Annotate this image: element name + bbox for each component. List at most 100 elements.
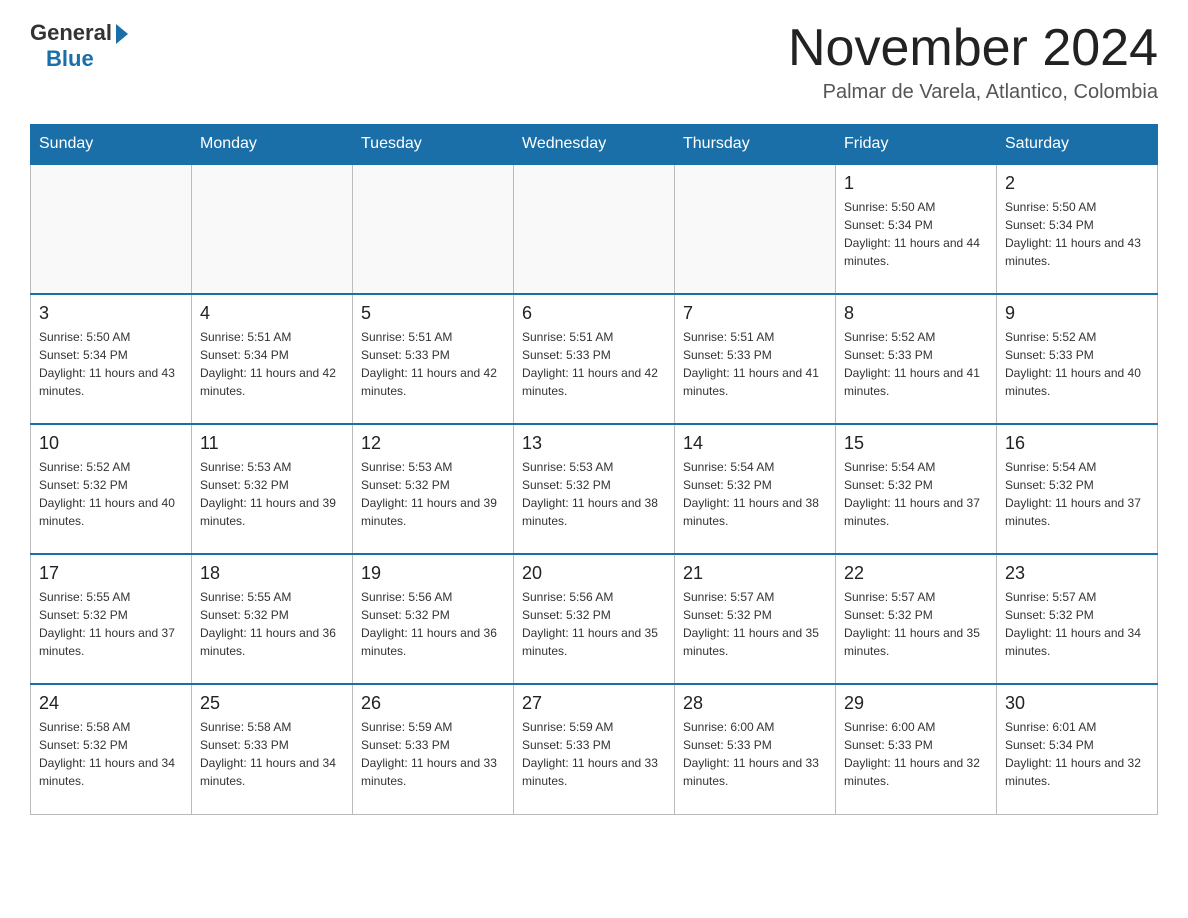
- day-info: Sunrise: 5:51 AM Sunset: 5:33 PM Dayligh…: [361, 328, 505, 400]
- calendar-cell: 22 Sunrise: 5:57 AM Sunset: 5:32 PM Dayli…: [836, 554, 997, 684]
- day-header-sunday: Sunday: [31, 125, 192, 165]
- day-info: Sunrise: 5:54 AM Sunset: 5:32 PM Dayligh…: [683, 458, 827, 530]
- calendar-cell: 4 Sunrise: 5:51 AM Sunset: 5:34 PM Daylig…: [192, 294, 353, 424]
- day-number: 30: [1005, 693, 1149, 714]
- day-info: Sunrise: 5:50 AM Sunset: 5:34 PM Dayligh…: [1005, 198, 1149, 270]
- day-number: 22: [844, 563, 988, 584]
- day-info: Sunrise: 5:56 AM Sunset: 5:32 PM Dayligh…: [522, 588, 666, 660]
- day-header-wednesday: Wednesday: [514, 125, 675, 165]
- calendar-cell: 14Sunrise: 5:54 AM Sunset: 5:32 PM Dayli…: [675, 424, 836, 554]
- day-info: Sunrise: 5:59 AM Sunset: 5:33 PM Dayligh…: [522, 718, 666, 790]
- day-number: 19: [361, 563, 505, 584]
- title-section: November 2024 Palmar de Varela, Atlantic…: [788, 20, 1158, 104]
- day-number: 6: [522, 303, 666, 324]
- day-number: 5: [361, 303, 505, 324]
- calendar-cell: 2 Sunrise: 5:50 AM Sunset: 5:34 PM Daylig…: [997, 164, 1158, 294]
- day-number: 26: [361, 693, 505, 714]
- day-info: Sunrise: 5:52 AM Sunset: 5:32 PM Dayligh…: [39, 458, 183, 530]
- calendar-cell: 6 Sunrise: 5:51 AM Sunset: 5:33 PM Daylig…: [514, 294, 675, 424]
- day-number: 15: [844, 433, 988, 454]
- day-number: 8: [844, 303, 988, 324]
- day-info: Sunrise: 5:53 AM Sunset: 5:32 PM Dayligh…: [522, 458, 666, 530]
- day-info: Sunrise: 6:00 AM Sunset: 5:33 PM Dayligh…: [683, 718, 827, 790]
- day-header-saturday: Saturday: [997, 125, 1158, 165]
- calendar-cell: [353, 164, 514, 294]
- logo-general-text: General: [30, 20, 112, 46]
- day-number: 25: [200, 693, 344, 714]
- day-info: Sunrise: 6:01 AM Sunset: 5:34 PM Dayligh…: [1005, 718, 1149, 790]
- day-number: 11: [200, 433, 344, 454]
- calendar-cell: 13 Sunrise: 5:53 AM Sunset: 5:32 PM Dayli…: [514, 424, 675, 554]
- day-number: 9: [1005, 303, 1149, 324]
- calendar-cell: 21 Sunrise: 5:57 AM Sunset: 5:32 PM Dayli…: [675, 554, 836, 684]
- day-number: 29: [844, 693, 988, 714]
- day-info: Sunrise: 5:57 AM Sunset: 5:32 PM Dayligh…: [1005, 588, 1149, 660]
- day-number: 20: [522, 563, 666, 584]
- day-info: Sunrise: 5:55 AM Sunset: 5:32 PM Dayligh…: [39, 588, 183, 660]
- calendar-cell: 20 Sunrise: 5:56 AM Sunset: 5:32 PM Dayli…: [514, 554, 675, 684]
- day-info: Sunrise: 5:51 AM Sunset: 5:33 PM Dayligh…: [683, 328, 827, 400]
- day-number: 17: [39, 563, 183, 584]
- day-info: Sunrise: 5:57 AM Sunset: 5:32 PM Dayligh…: [683, 588, 827, 660]
- week-row-5: 24 Sunrise: 5:58 AM Sunset: 5:32 PM Dayli…: [31, 684, 1158, 814]
- calendar-cell: [675, 164, 836, 294]
- calendar-cell: 28 Sunrise: 6:00 AM Sunset: 5:33 PM Dayli…: [675, 684, 836, 814]
- logo: General Blue: [30, 20, 128, 72]
- day-info: Sunrise: 5:58 AM Sunset: 5:33 PM Dayligh…: [200, 718, 344, 790]
- day-header-thursday: Thursday: [675, 125, 836, 165]
- week-row-3: 10Sunrise: 5:52 AM Sunset: 5:32 PM Dayli…: [31, 424, 1158, 554]
- day-number: 28: [683, 693, 827, 714]
- calendar-cell: 16 Sunrise: 5:54 AM Sunset: 5:32 PM Dayli…: [997, 424, 1158, 554]
- day-info: Sunrise: 5:56 AM Sunset: 5:32 PM Dayligh…: [361, 588, 505, 660]
- day-info: Sunrise: 5:52 AM Sunset: 5:33 PM Dayligh…: [1005, 328, 1149, 400]
- day-number: 16: [1005, 433, 1149, 454]
- calendar-cell: 15Sunrise: 5:54 AM Sunset: 5:32 PM Dayli…: [836, 424, 997, 554]
- calendar-table: SundayMondayTuesdayWednesdayThursdayFrid…: [30, 124, 1158, 815]
- logo-blue-text: Blue: [46, 46, 94, 72]
- week-row-1: 1 Sunrise: 5:50 AM Sunset: 5:34 PM Daylig…: [31, 164, 1158, 294]
- day-number: 27: [522, 693, 666, 714]
- calendar-cell: 26 Sunrise: 5:59 AM Sunset: 5:33 PM Dayli…: [353, 684, 514, 814]
- calendar-cell: 11 Sunrise: 5:53 AM Sunset: 5:32 PM Dayli…: [192, 424, 353, 554]
- calendar-cell: [514, 164, 675, 294]
- calendar-cell: 24 Sunrise: 5:58 AM Sunset: 5:32 PM Dayli…: [31, 684, 192, 814]
- calendar-cell: 17 Sunrise: 5:55 AM Sunset: 5:32 PM Dayli…: [31, 554, 192, 684]
- day-info: Sunrise: 5:50 AM Sunset: 5:34 PM Dayligh…: [844, 198, 988, 270]
- day-info: Sunrise: 5:58 AM Sunset: 5:32 PM Dayligh…: [39, 718, 183, 790]
- calendar-cell: 30 Sunrise: 6:01 AM Sunset: 5:34 PM Dayli…: [997, 684, 1158, 814]
- day-info: Sunrise: 5:57 AM Sunset: 5:32 PM Dayligh…: [844, 588, 988, 660]
- calendar-cell: 19 Sunrise: 5:56 AM Sunset: 5:32 PM Dayli…: [353, 554, 514, 684]
- logo-arrow-icon: [116, 24, 128, 44]
- calendar-cell: 23 Sunrise: 5:57 AM Sunset: 5:32 PM Dayli…: [997, 554, 1158, 684]
- day-info: Sunrise: 5:59 AM Sunset: 5:33 PM Dayligh…: [361, 718, 505, 790]
- day-number: 1: [844, 173, 988, 194]
- calendar-cell: 7 Sunrise: 5:51 AM Sunset: 5:33 PM Daylig…: [675, 294, 836, 424]
- day-number: 21: [683, 563, 827, 584]
- week-row-2: 3 Sunrise: 5:50 AM Sunset: 5:34 PM Daylig…: [31, 294, 1158, 424]
- day-info: Sunrise: 5:53 AM Sunset: 5:32 PM Dayligh…: [200, 458, 344, 530]
- day-info: Sunrise: 5:53 AM Sunset: 5:32 PM Dayligh…: [361, 458, 505, 530]
- day-number: 13: [522, 433, 666, 454]
- day-number: 3: [39, 303, 183, 324]
- day-info: Sunrise: 5:55 AM Sunset: 5:32 PM Dayligh…: [200, 588, 344, 660]
- calendar-cell: 27 Sunrise: 5:59 AM Sunset: 5:33 PM Dayli…: [514, 684, 675, 814]
- day-info: Sunrise: 5:51 AM Sunset: 5:33 PM Dayligh…: [522, 328, 666, 400]
- calendar-cell: 25 Sunrise: 5:58 AM Sunset: 5:33 PM Dayli…: [192, 684, 353, 814]
- day-info: Sunrise: 5:51 AM Sunset: 5:34 PM Dayligh…: [200, 328, 344, 400]
- calendar-cell: 29Sunrise: 6:00 AM Sunset: 5:33 PM Dayli…: [836, 684, 997, 814]
- day-info: Sunrise: 5:50 AM Sunset: 5:34 PM Dayligh…: [39, 328, 183, 400]
- day-number: 23: [1005, 563, 1149, 584]
- calendar-cell: [192, 164, 353, 294]
- calendar-cell: 9 Sunrise: 5:52 AM Sunset: 5:33 PM Daylig…: [997, 294, 1158, 424]
- day-number: 24: [39, 693, 183, 714]
- calendar-cell: 12Sunrise: 5:53 AM Sunset: 5:32 PM Dayli…: [353, 424, 514, 554]
- day-header-monday: Monday: [192, 125, 353, 165]
- month-title: November 2024: [788, 20, 1158, 77]
- calendar-cell: 3 Sunrise: 5:50 AM Sunset: 5:34 PM Daylig…: [31, 294, 192, 424]
- day-info: Sunrise: 5:54 AM Sunset: 5:32 PM Dayligh…: [1005, 458, 1149, 530]
- day-number: 2: [1005, 173, 1149, 194]
- day-number: 7: [683, 303, 827, 324]
- week-row-4: 17 Sunrise: 5:55 AM Sunset: 5:32 PM Dayli…: [31, 554, 1158, 684]
- day-number: 4: [200, 303, 344, 324]
- calendar-cell: 18Sunrise: 5:55 AM Sunset: 5:32 PM Dayli…: [192, 554, 353, 684]
